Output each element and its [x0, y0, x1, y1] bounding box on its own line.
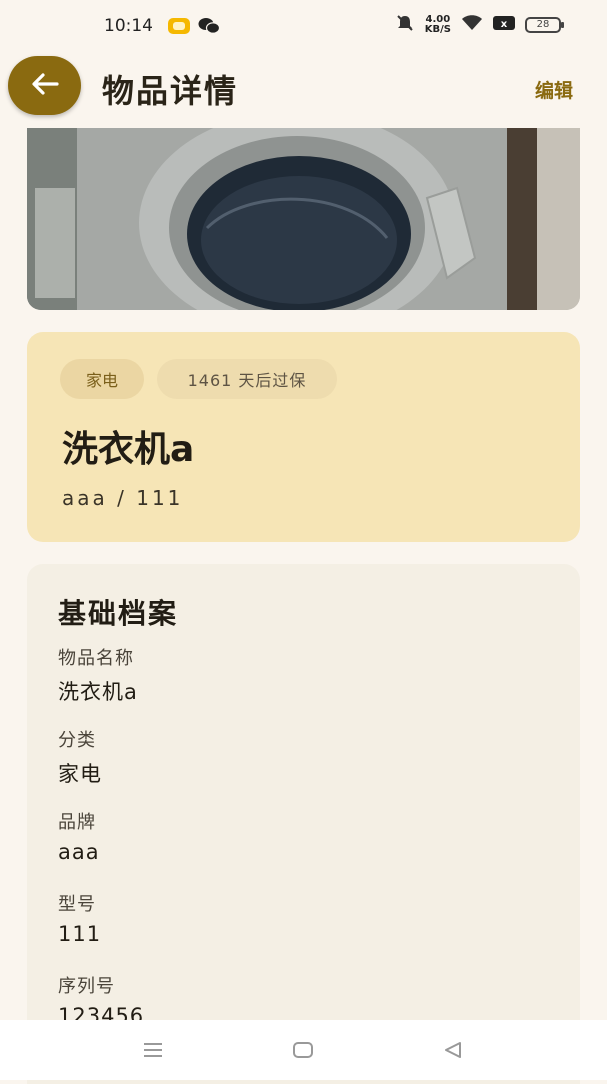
category-chip: 家电 — [60, 359, 144, 399]
field-label: 型号 — [58, 894, 96, 915]
basic-info-card: 基础档案 物品名称 洗衣机a 分类 家电 品牌 aaa 型号 111 序列号 1… — [27, 564, 580, 1084]
section-title: 基础档案 — [58, 597, 179, 630]
item-name: 洗衣机a — [62, 429, 195, 470]
notification-icon — [168, 18, 190, 34]
battery-icon: 28 — [525, 17, 564, 33]
status-time: 10:14 — [104, 16, 153, 36]
field-item-name: 物品名称 洗衣机a — [58, 644, 138, 706]
net-speed: 4.00 KB/S — [425, 15, 451, 35]
field-value: 111 — [58, 922, 102, 946]
net-speed-unit: KB/S — [424, 24, 451, 35]
arrow-left-icon — [31, 72, 59, 100]
home-icon[interactable] — [288, 1036, 318, 1064]
wechat-icon — [198, 17, 221, 35]
svg-text:x: x — [501, 19, 508, 30]
system-nav-bar — [0, 1020, 607, 1080]
status-bar: 10:14 4.00 KB/S x 28 — [0, 0, 607, 56]
field-label: 分类 — [58, 730, 96, 751]
app-bar: 物品详情 编辑 — [0, 56, 607, 120]
field-brand: 品牌 aaa — [58, 808, 100, 864]
edit-button[interactable]: 编辑 — [535, 76, 573, 103]
field-value: 洗衣机a — [58, 680, 138, 704]
field-label: 品牌 — [58, 812, 96, 833]
item-photo[interactable] — [27, 128, 580, 310]
back-button[interactable] — [8, 56, 81, 115]
back-triangle-icon[interactable] — [438, 1036, 468, 1064]
bell-off-icon — [395, 14, 415, 36]
field-value: aaa — [58, 840, 100, 864]
brand-model: aaa / 111 — [62, 486, 184, 510]
sim-icon: x — [493, 15, 515, 35]
field-value: 家电 — [58, 762, 102, 786]
wifi-icon — [461, 15, 483, 35]
page-title: 物品详情 — [102, 72, 239, 110]
field-label: 物品名称 — [58, 648, 134, 669]
field-model: 型号 111 — [58, 890, 101, 946]
summary-card: 家电 1461 天后过保 洗衣机a aaa / 111 — [27, 332, 580, 542]
field-label: 序列号 — [58, 976, 115, 997]
menu-icon[interactable] — [138, 1036, 168, 1064]
field-category: 分类 家电 — [58, 726, 102, 788]
warranty-chip: 1461 天后过保 — [157, 359, 337, 399]
